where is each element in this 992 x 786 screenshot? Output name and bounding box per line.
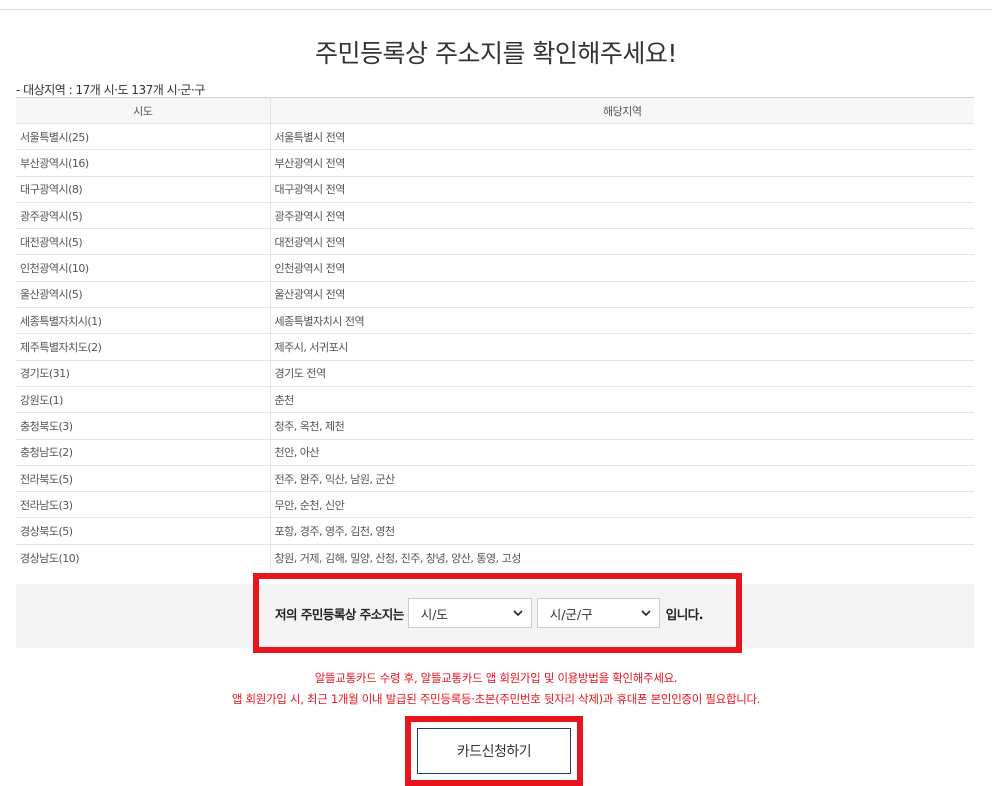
table-row: 경상북도(5) 포항, 경주, 영주, 김천, 영천 [16, 517, 974, 545]
region-table: 시도 해당지역 서울특별시(25) 서울특별시 전역 부산광역시(16) 부산광역시 … [16, 97, 974, 571]
chevron-down-icon [513, 610, 523, 617]
table-row: 전라남도(3) 무안, 순천, 신안 [16, 491, 974, 519]
cell-sido: 대전광역시(5) [16, 228, 271, 256]
cell-region: 창원, 거제, 김해, 밀양, 산청, 진주, 창녕, 양산, 통영, 고성 [274, 551, 522, 565]
table-row: 대전광역시(5) 대전광역시 전역 [16, 228, 974, 256]
cell-region: 포항, 경주, 영주, 김천, 영천 [270, 517, 974, 545]
cell-region: 대전광역시 전역 [270, 228, 974, 256]
cell-region: 울산광역시 전역 [270, 281, 974, 309]
header-region: 해당지역 [270, 97, 974, 124]
cell-region: 부산광역시 전역 [270, 149, 974, 177]
address-select-form: 저의 주민등록상 주소지는 시/도 시/군/구 입니다. [259, 579, 736, 647]
table-row: 경기도(31) 경기도 전역 [16, 360, 974, 387]
notice-line-2: 앱 회원가입 시, 최근 1개월 이내 발급된 주민등록등·초본(주민번호 뒷자… [231, 692, 761, 706]
cell-sido: 전라남도(3) [16, 491, 271, 519]
cell-sido: 경기도(31) [16, 360, 271, 387]
region-table-body: 서울특별시(25) 서울특별시 전역 부산광역시(16) 부산광역시 전역 대구광역시(… [16, 123, 974, 571]
header-sido: 시도 [16, 97, 271, 124]
table-row: 인천광역시(10) 인천광역시 전역 [16, 254, 974, 282]
table-row: 부산광역시(16) 부산광역시 전역 [16, 149, 974, 177]
top-divider [0, 9, 992, 10]
cell-region: 경기도 전역 [270, 360, 974, 387]
cell-region: 인천광역시 전역 [270, 254, 974, 282]
table-row: 전라북도(5) 전주, 완주, 익산, 남원, 군산 [16, 465, 974, 493]
address-lead-text: 저의 주민등록상 주소지는 [275, 606, 404, 622]
chevron-down-icon [641, 610, 651, 617]
sigungu-select-value: 시/군/구 [549, 606, 593, 622]
cell-sido: 서울특별시(25) [16, 123, 271, 151]
cell-sido: 강원도(1) [16, 386, 271, 414]
cell-sido: 인천광역시(10) [16, 254, 271, 282]
cell-sido: 제주특별자치도(2) [16, 333, 271, 361]
cell-sido: 광주광역시(5) [16, 202, 271, 230]
cell-sido: 경상남도(10) [16, 544, 271, 571]
table-row: 경상남도(10) 창원, 거제, 김해, 밀양, 산청, 진주, 창녕, 양산, … [16, 544, 974, 571]
table-row: 광주광역시(5) 광주광역시 전역 [16, 202, 974, 230]
cell-region: 세종특별자치시 전역 [270, 307, 974, 335]
cell-region: 춘천 [270, 386, 974, 414]
card-apply-button[interactable]: 카드신청하기 [417, 728, 571, 774]
cell-sido: 경상북도(5) [16, 517, 271, 545]
sido-select[interactable]: 시/도 [407, 598, 532, 628]
apply-button-highlight: 카드신청하기 [405, 716, 583, 786]
cell-sido: 울산광역시(5) [16, 281, 271, 309]
sigungu-select[interactable]: 시/군/구 [536, 598, 660, 628]
notice-text: 알뜰교통카드 수령 후, 알뜰교통카드 앱 회원가입 및 이용방법을 확인해주세… [0, 668, 992, 710]
cell-sido: 부산광역시(16) [16, 149, 271, 177]
table-row: 제주특별자치도(2) 제주시, 서귀포시 [16, 333, 974, 361]
table-row: 대구광역시(8) 대구광역시 전역 [16, 176, 974, 203]
cell-region: 제주시, 서귀포시 [270, 333, 974, 361]
table-row: 울산광역시(5) 울산광역시 전역 [16, 281, 974, 309]
table-row: 충청남도(2) 천안, 아산 [16, 439, 974, 466]
table-row: 세종특별자치시(1) 세종특별자치시 전역 [16, 307, 974, 335]
cell-sido: 충청남도(2) [16, 439, 271, 466]
table-header-row: 시도 해당지역 [16, 97, 974, 124]
cell-region: 대구광역시 전역 [270, 176, 974, 203]
target-area-summary: - 대상지역 : 17개 시·도 137개 시·군·구 [16, 83, 205, 97]
cell-sido: 세종특별자치시(1) [16, 307, 271, 335]
cell-region: 서울특별시 전역 [270, 123, 974, 151]
table-row: 강원도(1) 춘천 [16, 386, 974, 414]
cell-sido: 전라북도(5) [16, 465, 271, 493]
cell-region: 천안, 아산 [270, 439, 974, 466]
sido-select-value: 시/도 [420, 606, 448, 622]
table-row: 서울특별시(25) 서울특별시 전역 [16, 123, 974, 151]
cell-region: 광주광역시 전역 [270, 202, 974, 230]
cell-region: 청주, 옥천, 제천 [270, 412, 974, 440]
notice-line-1: 알뜰교통카드 수령 후, 알뜰교통카드 앱 회원가입 및 이용방법을 확인해주세… [314, 671, 678, 685]
cell-sido: 충청북도(3) [16, 412, 271, 440]
cell-region: 전주, 완주, 익산, 남원, 군산 [270, 465, 974, 493]
cell-sido: 대구광역시(8) [16, 176, 271, 203]
page-title: 주민등록상 주소지를 확인해주세요! [315, 39, 677, 68]
address-trail-text: 입니다. [665, 606, 704, 622]
cell-region: 무안, 순천, 신안 [270, 491, 974, 519]
table-row: 충청북도(3) 청주, 옥천, 제천 [16, 412, 974, 440]
address-select-highlight: 저의 주민등록상 주소지는 시/도 시/군/구 입니다. [253, 573, 742, 653]
